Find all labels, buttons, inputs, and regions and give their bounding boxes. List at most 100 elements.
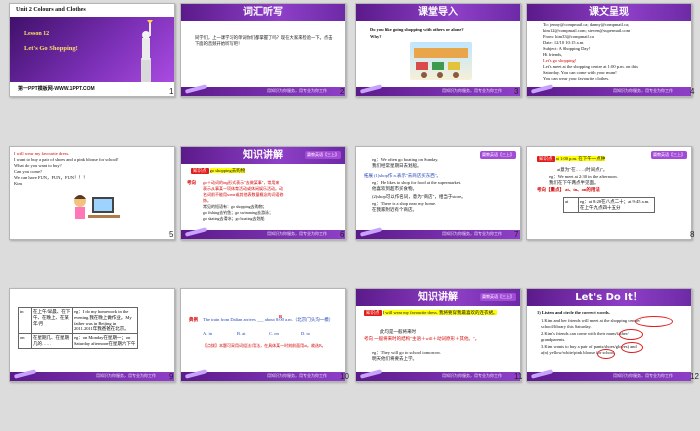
exercise-answer: B: [279, 314, 283, 319]
point-text: go shopping去购物: [209, 168, 246, 173]
table-row: in 在上午/早晨、在下午、在晚上、在某年/月 eg：I do my homew…: [18, 307, 138, 334]
lesson-title: Let's Go Shopping!: [24, 45, 78, 52]
option-a: A. in: [203, 331, 212, 336]
warmup-question: Do you like going shopping with others o…: [370, 27, 464, 32]
email-line-clothes: You can wear your favourite clothes.: [543, 76, 610, 81]
slide-thumbnail-8[interactable]: 冀教英语【三上】 知识点 at 1:00 p.m. 在下午一点钟 at意为"在……: [526, 146, 692, 240]
tense-line: 此句是一般将来时: [380, 329, 416, 334]
slide-thumbnail-2[interactable]: 词汇听写 同学们，上一课学习的单词你们都掌握了吗？现在大家来检验一下。点击下面的…: [180, 3, 346, 97]
table-cell: eg：at 8:20在八点二十；at 9:45 a.m.在上午九点四十五分: [578, 197, 655, 213]
dictation-instructions: 同学们，上一课学习的单词你们都掌握了吗？现在大家来检验一下。点击下面的音频开始听…: [195, 36, 333, 47]
slide-thumbnail-6[interactable]: 知识讲解 冀教英语【三上】 知识点 go shopping去购物 考向 go＋动…: [180, 146, 346, 240]
slide-header: Let's Do It！: [527, 289, 691, 306]
table-row: on 在星期几、在星期几的…… eg：on Monday在星期一；on Satu…: [18, 333, 138, 349]
at-example-cn: 我们在下午两点半见面。: [549, 180, 599, 185]
girl-at-computer-picture: [70, 191, 122, 227]
option-c: C. on: [269, 331, 279, 336]
table-cell: 在上午/早晨、在下午、在晚上、在某年/月: [31, 307, 73, 334]
slide-thumbnail-12[interactable]: Let's Do It！ 1) Listen and circle the co…: [526, 288, 692, 382]
course-tag: 冀教英语【三上】: [480, 151, 516, 159]
option-d: D. to: [301, 331, 310, 336]
letter-signature: Kim: [14, 181, 23, 186]
point-badge: 知识点: [191, 168, 209, 174]
phrase-line-3: go skating去滑冰；go boating去划船: [203, 216, 265, 221]
shopping-scene-picture: [410, 42, 472, 80]
slide-header: 课堂导入: [356, 4, 520, 21]
answer-circle: [621, 342, 643, 353]
exercise-line-4: grandparents.: [541, 337, 566, 342]
answer-circle: [635, 316, 673, 327]
slide-number-1: 1: [169, 87, 174, 96]
example-line-2: 我们经常星期日去划船。: [372, 163, 422, 168]
slide-thumbnail-10[interactable]: 典例 The train from Dalian arrives ___ abo…: [180, 288, 346, 382]
point-text: I will wear my favourite dress. 我将要穿我最喜欢…: [382, 310, 498, 315]
slide-thumbnail-11[interactable]: 知识讲解 冀教英语【三上】 知识点 I will wear my favouri…: [355, 288, 521, 382]
lesson-label: Lesson 12: [24, 31, 50, 37]
table-cell: at: [563, 197, 579, 213]
at-in-on-label: 考向【重点】 at、in、on的用法: [537, 187, 600, 192]
table-cell: in: [18, 307, 32, 334]
answer-circle: [619, 329, 643, 340]
footer-text: 用知识为你服务，用专业为你工作: [267, 373, 327, 378]
knowledge-point: 知识点 I will wear my favourite dress. 我将要穿…: [364, 310, 514, 316]
at-usage-table: at eg：at 8:20在八点二十；at 9:45 a.m.在上午九点四十五分: [563, 197, 655, 213]
table-cell: on: [18, 333, 32, 349]
slide-number-2: 2: [340, 87, 345, 96]
footer-text: 用知识为你服务，用专业为你工作: [442, 88, 502, 93]
table-cell: eg：I do my homework in the evening.我在晚上做…: [72, 307, 138, 334]
extend-line: 拓展 (1)shop作 n.表示"去商店买东西"。: [364, 173, 442, 178]
letter-line-fun: We can have FUN，FUN，FUN！！！: [14, 175, 88, 180]
slide-header: 词汇听写: [181, 4, 345, 21]
exercise-line-2: school/library this Saturday.: [541, 324, 592, 329]
slide-thumbnail-1[interactable]: Unit 2 Colours and Clothes Lesson 12 Let…: [9, 3, 175, 97]
knowledge-point: 知识点 at 1:00 p.m. 在下午一点钟: [537, 156, 606, 162]
tense-example-cn: 明天他们将要去上学。: [372, 356, 417, 361]
footer-text: 用知识为你服务，用专业为你工作: [267, 231, 327, 236]
exercise-title: 1) Listen and circle the correct words.: [537, 310, 610, 315]
slide-number-8: 8: [690, 230, 695, 239]
in-on-usage-table: in 在上午/早晨、在下午、在晚上、在某年/月 eg：I do my homew…: [18, 307, 138, 349]
slide-thumbnail-3[interactable]: 课堂导入 Do you like going shopping with oth…: [355, 3, 521, 97]
slide-thumbnail-9[interactable]: in 在上午/早晨、在下午、在晚上、在某年/月 eg：I do my homew…: [9, 288, 175, 382]
exam-label: 考向: [187, 180, 196, 185]
slide-number-7: 7: [514, 230, 519, 239]
table-cell: eg：on Monday在星期一；on Saturday afternoon在星…: [72, 333, 138, 349]
shop-noun-line: (2)shop可以作名词，意为"商店"，相当于store。: [372, 194, 466, 199]
brand-text: 第一PPT模板网-WWW.1PPT.COM: [18, 86, 95, 92]
slide-number-4: 4: [690, 87, 695, 96]
at-meaning: at意为"在……(时间点)"。: [557, 167, 608, 172]
slide-number-11: 11: [514, 372, 523, 381]
slide-number-3: 3: [514, 87, 519, 96]
slide-number-5: 5: [169, 230, 174, 239]
statue-of-liberty-icon: [130, 18, 160, 82]
option-b: B. at: [237, 331, 246, 336]
example-line-6: 在我家附近有个商店。: [372, 207, 417, 212]
footer-text: 用知识为你服务，用专业为你工作: [442, 231, 502, 236]
knowledge-point: 知识点 go shopping去购物: [191, 168, 246, 174]
footer-text: 用知识为你服务，用专业为你工作: [613, 88, 673, 93]
answer-circle: [597, 349, 615, 359]
footer-text: 用知识为你服务，用专业为你工作: [442, 373, 502, 378]
slide-thumbnail-7[interactable]: 冀教英语【三上】 eg：We often go boating on Sunda…: [355, 146, 521, 240]
exercise-question: The train from Dalian arrives ___ about …: [203, 317, 334, 322]
slide-header: 课文呈现: [527, 4, 691, 21]
footer-text: 用知识为你服务，用专业为你工作: [96, 373, 156, 378]
point-badge: 知识点: [364, 310, 382, 316]
slide-thumbnail-5[interactable]: I will wear my favourite dress. I want t…: [9, 146, 175, 240]
footer-text: 用知识为你服务，用专业为你工作: [613, 373, 673, 378]
slide-number-9: 9: [169, 372, 174, 381]
exercise-hint: 【点拨】本题可采用词组法/用法，在具体某一时刻前面用at。故选B。: [203, 343, 326, 348]
slide-number-6: 6: [340, 230, 345, 239]
example-line-4: 他喜欢到超市买食物。: [372, 186, 417, 191]
example-label: 典例: [189, 317, 198, 322]
tense-structure: 考向 一般将来时的结构"主语＋will＋动词原形＋其他。"。: [364, 336, 480, 341]
warmup-why: Why?: [370, 34, 382, 39]
footer-text: 用知识为你服务，用专业为你工作: [267, 88, 327, 93]
unit-title: Unit 2 Colours and Clothes: [16, 7, 86, 13]
explain-line-3: 名词前不能用some或其他表数量概念的词语修: [203, 192, 284, 197]
slide-thumbnail-4[interactable]: 课文呈现 To: jenny@compmail.ca; danny@compma…: [526, 3, 692, 97]
table-row: at eg：at 8:20在八点二十；at 9:45 a.m.在上午九点四十五分: [563, 197, 655, 213]
course-tag: 冀教英语【三上】: [305, 151, 341, 159]
point-text: at 1:00 p.m. 在下午一点钟: [555, 156, 606, 161]
slide-number-10: 10: [340, 372, 349, 381]
